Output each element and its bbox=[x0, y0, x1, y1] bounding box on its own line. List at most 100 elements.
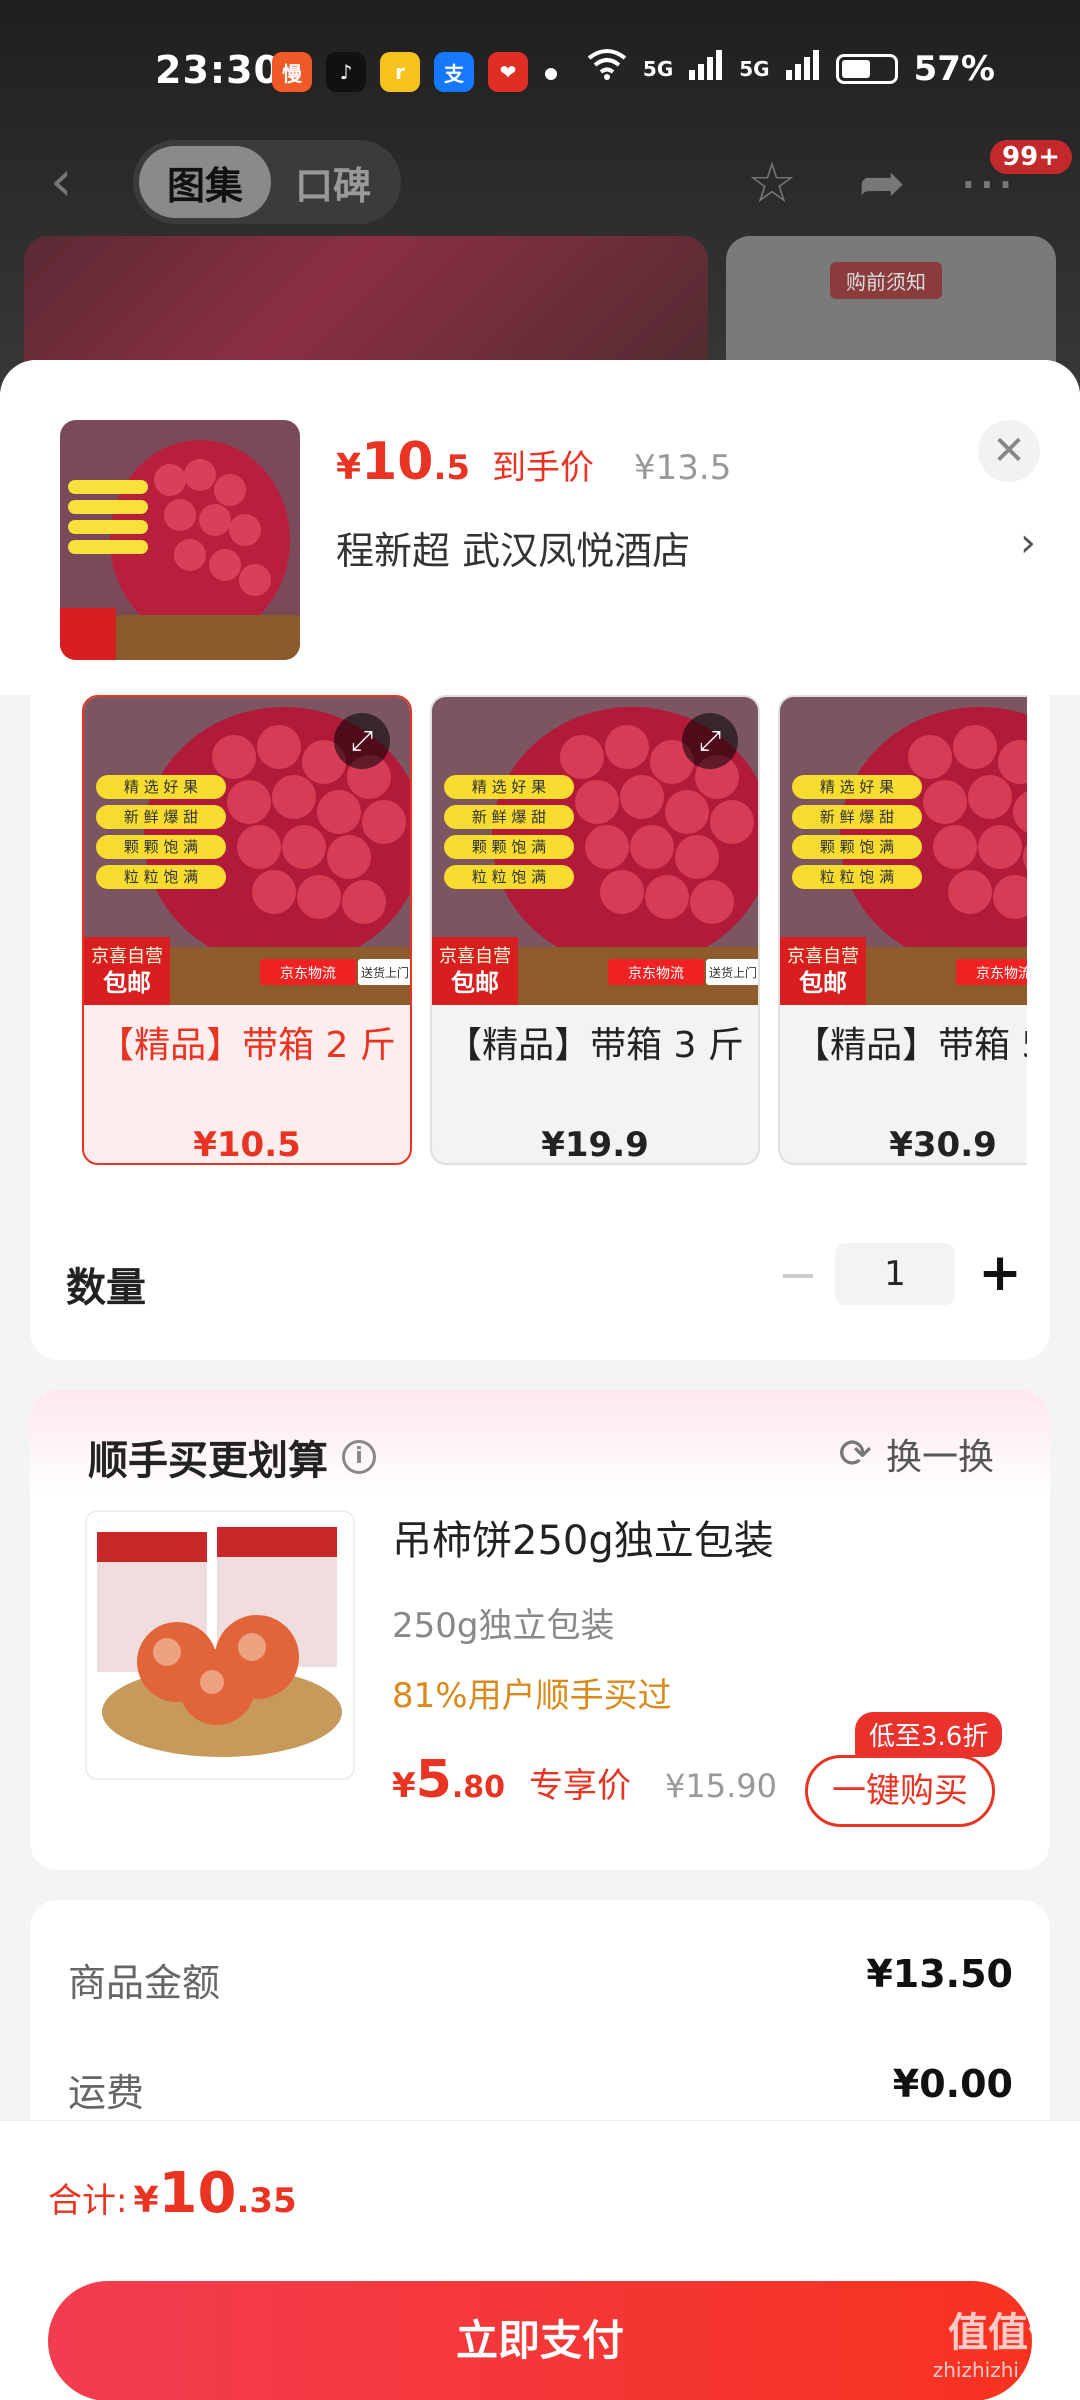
address-row[interactable]: 程新超 武汉凤悦酒店 › bbox=[336, 520, 1036, 575]
refresh-icon: ⟳ bbox=[838, 1431, 872, 1477]
svg-text:包邮: 包邮 bbox=[103, 969, 151, 997]
svg-text:送货上门: 送货上门 bbox=[361, 965, 409, 980]
price-row: ¥10.5 到手价 ¥13.5 bbox=[336, 432, 731, 492]
addon-product-spec: 250g独立包装 bbox=[392, 1606, 615, 1646]
svg-text:送货上门: 送货上门 bbox=[709, 965, 757, 980]
addon-original-price: ¥15.90 bbox=[665, 1767, 777, 1805]
spec-list[interactable]: 精 选 好 果新 鲜 爆 甜 颗 颗 饱 满粒 粒 饱 满 京喜自营 包邮 京东… bbox=[82, 695, 1027, 1165]
background-notice-label: 购前须知 bbox=[830, 262, 942, 299]
addon-product-image[interactable] bbox=[85, 1510, 355, 1780]
signal-5g-1: 5G bbox=[642, 56, 674, 81]
close-icon[interactable]: ✕ bbox=[978, 420, 1040, 482]
purchase-sheet: ¥10.5 到手价 ¥13.5 ✕ 程新超 武汉凤悦酒店 › 精 选 好 果新 … bbox=[0, 360, 1080, 2400]
product-thumbnail bbox=[60, 420, 300, 660]
spec-option[interactable]: 精 选 好 果新 鲜 爆 甜 颗 颗 饱 满粒 粒 饱 满 京喜自营 包邮 京东… bbox=[82, 695, 412, 1165]
addon-price-tag: 专享价 bbox=[529, 1766, 632, 1806]
checkout-footer: 合计: ¥10.35 立即支付 值值值 zhizhizhi.com bbox=[0, 2120, 1080, 2400]
favorite-star-icon[interactable]: ☆ bbox=[740, 152, 804, 216]
quantity-input[interactable]: 1 bbox=[835, 1243, 955, 1305]
expand-icon[interactable]: ⤢ bbox=[334, 713, 390, 769]
realme-app-icon: r bbox=[380, 52, 420, 92]
original-price: ¥13.5 bbox=[634, 448, 732, 488]
summary-value: ¥0.00 bbox=[892, 2062, 1013, 2106]
share-icon[interactable]: ➦ bbox=[850, 152, 914, 216]
status-right: 5G 5G 57% bbox=[587, 48, 995, 89]
douyin-app-icon: ♪ bbox=[326, 52, 366, 92]
final-price-tag: 到手价 bbox=[492, 448, 595, 488]
addon-product-name[interactable]: 吊柿饼250g独立包装 bbox=[392, 1508, 774, 1566]
spec-option-title: 【精品】带箱 2 斤 bbox=[98, 1025, 396, 1066]
site-watermark: 值值值 zhizhizhi.com bbox=[932, 2310, 1068, 2382]
addon-card: 顺手买更划算 i ⟳ 换一换 吊柿饼250g独立包装 250g独立包装 81%用… bbox=[30, 1390, 1050, 1870]
refresh-label: 换一换 bbox=[885, 1437, 994, 1478]
sheet-header: ¥10.5 到手价 ¥13.5 ✕ 程新超 武汉凤悦酒店 › bbox=[0, 360, 1080, 695]
addon-price: ¥5.80 bbox=[392, 1750, 506, 1810]
tab-reviews[interactable]: 口碑 bbox=[271, 146, 395, 218]
manman-app-icon: 慢 bbox=[272, 52, 312, 92]
spec-option-price: ¥19.9 bbox=[541, 1125, 649, 1165]
svg-text:京东物流: 京东物流 bbox=[976, 966, 1027, 982]
addon-section-title: 顺手买更划算 i bbox=[88, 1428, 376, 1486]
info-icon[interactable]: i bbox=[342, 1440, 376, 1474]
pay-now-button[interactable]: 立即支付 bbox=[48, 2281, 1032, 2400]
battery-percent: 57% bbox=[913, 48, 995, 89]
chevron-right-icon: › bbox=[1020, 520, 1036, 566]
spec-option-image: 精 选 好 果新 鲜 爆 甜 颗 颗 饱 满粒 粒 饱 满 京喜自营 包邮 京东… bbox=[432, 697, 758, 1005]
svg-text:京喜自营: 京喜自营 bbox=[439, 946, 511, 967]
spec-option[interactable]: 精 选 好 果新 鲜 爆 甜 颗 颗 饱 满粒 粒 饱 满 京喜自营 包邮 京东… bbox=[778, 695, 1027, 1165]
spec-card: 精 选 好 果新 鲜 爆 甜 颗 颗 饱 满粒 粒 饱 满 京喜自营 包邮 京东… bbox=[30, 695, 1050, 1360]
tab-gallery[interactable]: 图集 bbox=[139, 146, 271, 218]
addon-price-row: ¥5.80 专享价 ¥15.90 bbox=[392, 1750, 777, 1810]
expand-icon[interactable]: ⤢ bbox=[682, 713, 738, 769]
status-time: 23:30 bbox=[155, 48, 281, 92]
signal-5g-2: 5G bbox=[739, 56, 770, 81]
spec-option-title: 【精品】带箱 3 斤 bbox=[446, 1025, 744, 1066]
status-app-icons: 慢 ♪ r 支 ❤ bbox=[272, 52, 528, 92]
battery-icon bbox=[835, 53, 898, 84]
summary-value: ¥13.50 bbox=[866, 1952, 1013, 1996]
spec-option-image: 精 选 好 果新 鲜 爆 甜 颗 颗 饱 满粒 粒 饱 满 京喜自营 包邮 京东… bbox=[780, 697, 1027, 1005]
svg-text:粒 粒 饱 满: 粒 粒 饱 满 bbox=[820, 868, 894, 886]
quantity-plus-button[interactable]: + bbox=[970, 1243, 1030, 1303]
wifi-icon bbox=[587, 48, 627, 89]
svg-text:颗 颗 饱 满: 颗 颗 饱 满 bbox=[472, 838, 546, 856]
svg-text:精 选 好 果: 精 选 好 果 bbox=[124, 778, 198, 796]
spec-option-price: ¥10.5 bbox=[193, 1125, 301, 1165]
message-badge: 99+ bbox=[990, 140, 1072, 174]
background-page: 23:30 慢 ♪ r 支 ❤ 5G 5G 57% ‹ 图集 口碑 ☆ ➦ ⋯ 99 bbox=[0, 0, 1080, 436]
spec-option-title: 【精品】带箱 5 斤 bbox=[794, 1025, 1027, 1066]
addon-social-proof: 81%用户顺手买过 bbox=[392, 1676, 672, 1716]
alipay-app-icon: 支 bbox=[434, 52, 474, 92]
svg-text:精 选 好 果: 精 选 好 果 bbox=[820, 778, 894, 796]
summary-label: 运费 bbox=[68, 2071, 145, 2115]
svg-text:京东物流: 京东物流 bbox=[628, 966, 684, 982]
pinduoduo-app-icon: ❤ bbox=[488, 52, 528, 92]
signal-bars-icon bbox=[785, 49, 820, 89]
svg-text:粒 粒 饱 满: 粒 粒 饱 满 bbox=[472, 868, 546, 886]
svg-text:包邮: 包邮 bbox=[799, 969, 847, 997]
quantity-label: 数量 bbox=[66, 1265, 146, 1311]
svg-text:颗 颗 饱 满: 颗 颗 饱 满 bbox=[124, 838, 198, 856]
summary-row: 运费 ¥0.00 bbox=[68, 2062, 1013, 2117]
view-segment: 图集 口碑 bbox=[133, 140, 401, 224]
more-notifications-dot bbox=[545, 68, 557, 80]
spec-option-price: ¥30.9 bbox=[889, 1125, 997, 1165]
status-bar: 23:30 慢 ♪ r 支 ❤ 5G 5G 57% bbox=[0, 40, 1080, 104]
final-price: ¥10.5 bbox=[336, 432, 471, 492]
refresh-button[interactable]: ⟳ 换一换 bbox=[838, 1428, 994, 1480]
svg-text:京东物流: 京东物流 bbox=[280, 966, 336, 982]
discount-badge: 低至3.6折 bbox=[855, 1712, 1003, 1757]
spec-option-image: 精 选 好 果新 鲜 爆 甜 颗 颗 饱 满粒 粒 饱 满 京喜自营 包邮 京东… bbox=[84, 697, 410, 1005]
one-click-buy-button[interactable]: 一键购买 bbox=[805, 1755, 995, 1827]
back-arrow-icon[interactable]: ‹ bbox=[50, 152, 110, 212]
top-nav: ‹ 图集 口碑 ☆ ➦ ⋯ 99+ bbox=[0, 140, 1080, 230]
svg-text:新 鲜 爆 甜: 新 鲜 爆 甜 bbox=[472, 808, 546, 826]
svg-text:京喜自营: 京喜自营 bbox=[91, 946, 163, 967]
spec-option[interactable]: 精 选 好 果新 鲜 爆 甜 颗 颗 饱 满粒 粒 饱 满 京喜自营 包邮 京东… bbox=[430, 695, 760, 1165]
svg-text:京喜自营: 京喜自营 bbox=[787, 946, 859, 967]
delivery-address: 程新超 武汉凤悦酒店 bbox=[336, 529, 691, 573]
quantity-minus-button[interactable]: − bbox=[770, 1247, 826, 1303]
svg-text:新 鲜 爆 甜: 新 鲜 爆 甜 bbox=[124, 808, 198, 826]
addon-section-title-text: 顺手买更划算 bbox=[88, 1438, 328, 1484]
svg-text:包邮: 包邮 bbox=[451, 969, 499, 997]
